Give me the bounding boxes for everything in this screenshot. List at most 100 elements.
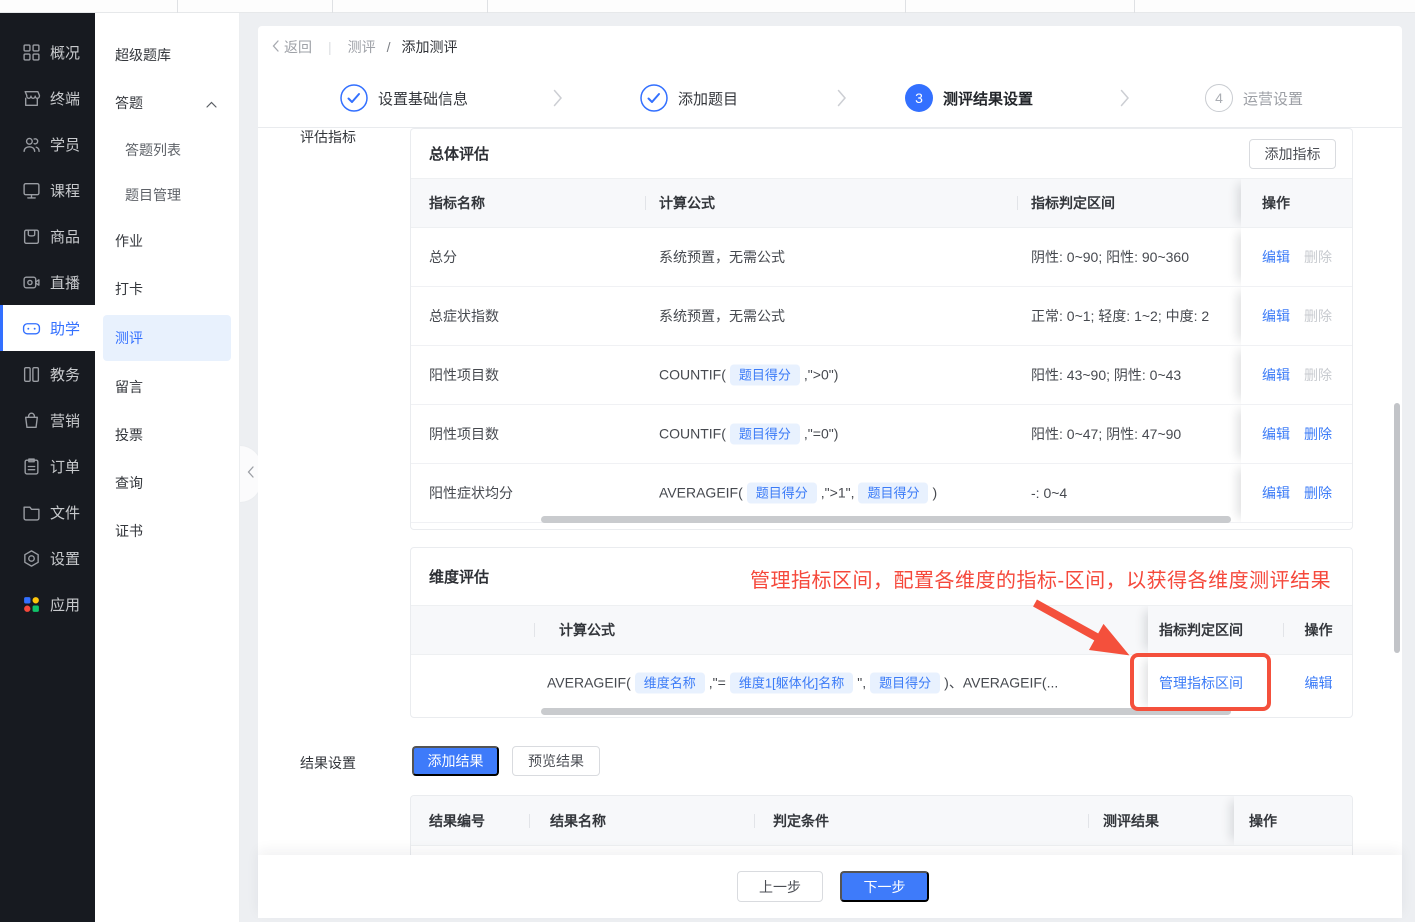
sidebar-item-orders[interactable]: 订单 xyxy=(0,443,95,489)
col-result: 测评结果 xyxy=(1103,812,1159,829)
chevron-right-icon xyxy=(1120,89,1130,112)
horizontal-scrollbar[interactable] xyxy=(541,708,1231,715)
sidebar-item-label: 商品 xyxy=(50,228,81,246)
table-title: 维度评估 xyxy=(429,569,490,586)
row-actions: 编辑 删除 xyxy=(1241,405,1352,463)
step-add-questions[interactable]: 添加题目 xyxy=(640,84,738,112)
submenu-item-question-management[interactable]: 题目管理 xyxy=(95,172,239,217)
breadcrumb: 返回 | 测评 / 添加测评 xyxy=(258,26,1402,68)
sidebar-item-courses[interactable]: 课程 xyxy=(0,167,95,213)
preview-result-button[interactable]: 预览结果 xyxy=(512,746,600,776)
table-row-partial xyxy=(411,846,1352,855)
sidebar-item-label: 助学 xyxy=(50,320,81,338)
tab-separator xyxy=(1134,0,1135,13)
col-action: 操作 xyxy=(1241,179,1352,227)
submenu-item-vote[interactable]: 投票 xyxy=(95,411,239,459)
sidebar-item-label: 课程 xyxy=(50,182,81,200)
submenu-item-question-bank[interactable]: 超级题库 xyxy=(95,31,239,79)
add-result-button[interactable]: 添加结果 xyxy=(412,746,499,776)
edit-link[interactable]: 编辑 xyxy=(1305,675,1333,691)
submenu-item-answering[interactable]: 答题 xyxy=(95,79,239,127)
eval-indicator-label: 评估指标 xyxy=(300,129,356,145)
edit-link[interactable]: 编辑 xyxy=(1262,306,1290,326)
add-indicator-button[interactable]: 添加指标 xyxy=(1249,139,1336,169)
sidebar-item-label: 文件 xyxy=(50,504,81,522)
indicator-formula: COUNTIF(题目得分 ,">0") xyxy=(659,364,838,386)
indicator-name: 阳性症状均分 xyxy=(429,485,513,501)
vertical-scrollbar[interactable] xyxy=(1394,403,1400,653)
col-range: 指标判定区间 xyxy=(1031,195,1115,211)
steps-bar: 设置基础信息 添加题目 3 测评结果设置 4 运营设置 xyxy=(258,68,1402,169)
back-button[interactable]: 返回 xyxy=(272,37,312,57)
sidebar-item-settings[interactable]: 设置 xyxy=(0,535,95,581)
formula-field-tag: 维度名称 xyxy=(634,672,705,694)
sidebar-item-academic[interactable]: 教务 xyxy=(0,351,95,397)
sidebar-item-live[interactable]: 直播 xyxy=(0,259,95,305)
step-number: 3 xyxy=(905,84,933,112)
sidebar-item-marketing[interactable]: 营销 xyxy=(0,397,95,443)
submenu-item-answer-list[interactable]: 答题列表 xyxy=(95,127,239,172)
users-icon xyxy=(22,135,41,154)
previous-step-button[interactable]: 上一步 xyxy=(737,871,823,902)
row-actions: 编辑 删除 xyxy=(1241,346,1352,404)
col-action: 操作 xyxy=(1304,622,1333,638)
overall-evaluation-table: 总体评估 添加指标 指标名称 计算公式 指标判定区间 操作 总分 系统预置，无需… xyxy=(410,128,1353,530)
step-basic-info[interactable]: 设置基础信息 xyxy=(340,84,468,112)
delete-link: 删除 xyxy=(1304,367,1332,383)
sidebar-item-label: 概况 xyxy=(50,44,81,62)
col-result-no: 结果编号 xyxy=(429,812,485,829)
submenu-item-certificate[interactable]: 证书 xyxy=(95,507,239,555)
edit-link[interactable]: 编辑 xyxy=(1262,483,1290,503)
sidebar-item-terminal[interactable]: 终端 xyxy=(0,75,95,121)
table-row: 阳性症状均分 AVERAGEIF(题目得分 ,">1", 题目得分) -: 0~4 … xyxy=(411,464,1352,523)
tab-separator xyxy=(905,0,906,13)
sidebar-item-files[interactable]: 文件 xyxy=(0,489,95,535)
breadcrumb-section[interactable]: 测评 xyxy=(348,37,376,57)
sidebar-item-label: 直播 xyxy=(50,274,81,292)
submenu-item-checkin[interactable]: 打卡 xyxy=(95,265,239,313)
edit-link[interactable]: 编辑 xyxy=(1262,365,1290,385)
submenu-item-assessment[interactable]: 测评 xyxy=(103,315,231,361)
screen: 概况 终端 学员 课程 商品 直播 助学 教务 营销 订单 文件 设置 应用 超… xyxy=(0,0,1415,922)
next-step-button[interactable]: 下一步 xyxy=(840,871,929,902)
horizontal-scrollbar[interactable] xyxy=(541,516,1231,523)
delete-link[interactable]: 删除 xyxy=(1304,424,1332,444)
delete-link[interactable]: 删除 xyxy=(1304,483,1332,503)
sidebar-item-apps[interactable]: 应用 xyxy=(0,581,95,627)
indicator-range: 阳性: 43~90; 阴性: 0~43 xyxy=(1031,367,1182,383)
edit-link[interactable]: 编辑 xyxy=(1262,247,1290,267)
storefront-icon xyxy=(22,89,41,108)
apps-icon xyxy=(22,595,41,614)
sidebar-item-goods[interactable]: 商品 xyxy=(0,213,95,259)
tab-separator xyxy=(487,0,488,13)
col-formula: 计算公式 xyxy=(559,622,615,638)
step-operation-settings[interactable]: 4 运营设置 xyxy=(1205,84,1303,112)
sidebar-item-label: 教务 xyxy=(50,366,81,384)
marketing-bag-icon xyxy=(22,411,41,430)
chevron-right-icon xyxy=(553,89,563,112)
indicator-formula: 系统预置，无需公式 xyxy=(659,308,785,324)
tab-separator xyxy=(332,0,333,13)
manage-indicator-range-link[interactable]: 管理指标区间 xyxy=(1159,675,1243,691)
sidebar-item-students[interactable]: 学员 xyxy=(0,121,95,167)
table-row: AVERAGEIF(维度名称 ,"= 维度1[躯体化]名称 ", 题目得分)、AVERA… xyxy=(411,655,1352,711)
sidebar-item-label: 订单 xyxy=(50,458,81,476)
sidebar-item-label: 学员 xyxy=(50,136,81,154)
edit-link[interactable]: 编辑 xyxy=(1262,424,1290,444)
submenu-item-homework[interactable]: 作业 xyxy=(95,217,239,265)
formula-field-tag: 题目得分 xyxy=(746,482,817,504)
sidebar-item-overview[interactable]: 概况 xyxy=(0,29,95,75)
folder-icon xyxy=(22,503,41,522)
col-condition: 判定条件 xyxy=(773,812,829,829)
indicator-range: -: 0~4 xyxy=(1031,485,1068,501)
tab-separator xyxy=(177,0,178,13)
dimension-evaluation-table: 维度评估 计算公式 指标判定区间 操作 AVERAGEIF(维度名称 ,"= 维度1… xyxy=(410,547,1353,718)
indicator-name: 总分 xyxy=(429,249,457,265)
submenu-item-query[interactable]: 查询 xyxy=(95,459,239,507)
sidebar-item-study-aid[interactable]: 助学 xyxy=(0,305,95,351)
table-row: 阳性项目数 COUNTIF(题目得分 ,">0") 阳性: 43~90; 阴性: … xyxy=(411,346,1352,405)
step-result-settings[interactable]: 3 测评结果设置 xyxy=(905,84,1033,112)
submenu-item-message[interactable]: 留言 xyxy=(95,363,239,411)
formula-field-tag: 题目得分 xyxy=(858,482,929,504)
chevron-up-icon xyxy=(206,95,217,111)
